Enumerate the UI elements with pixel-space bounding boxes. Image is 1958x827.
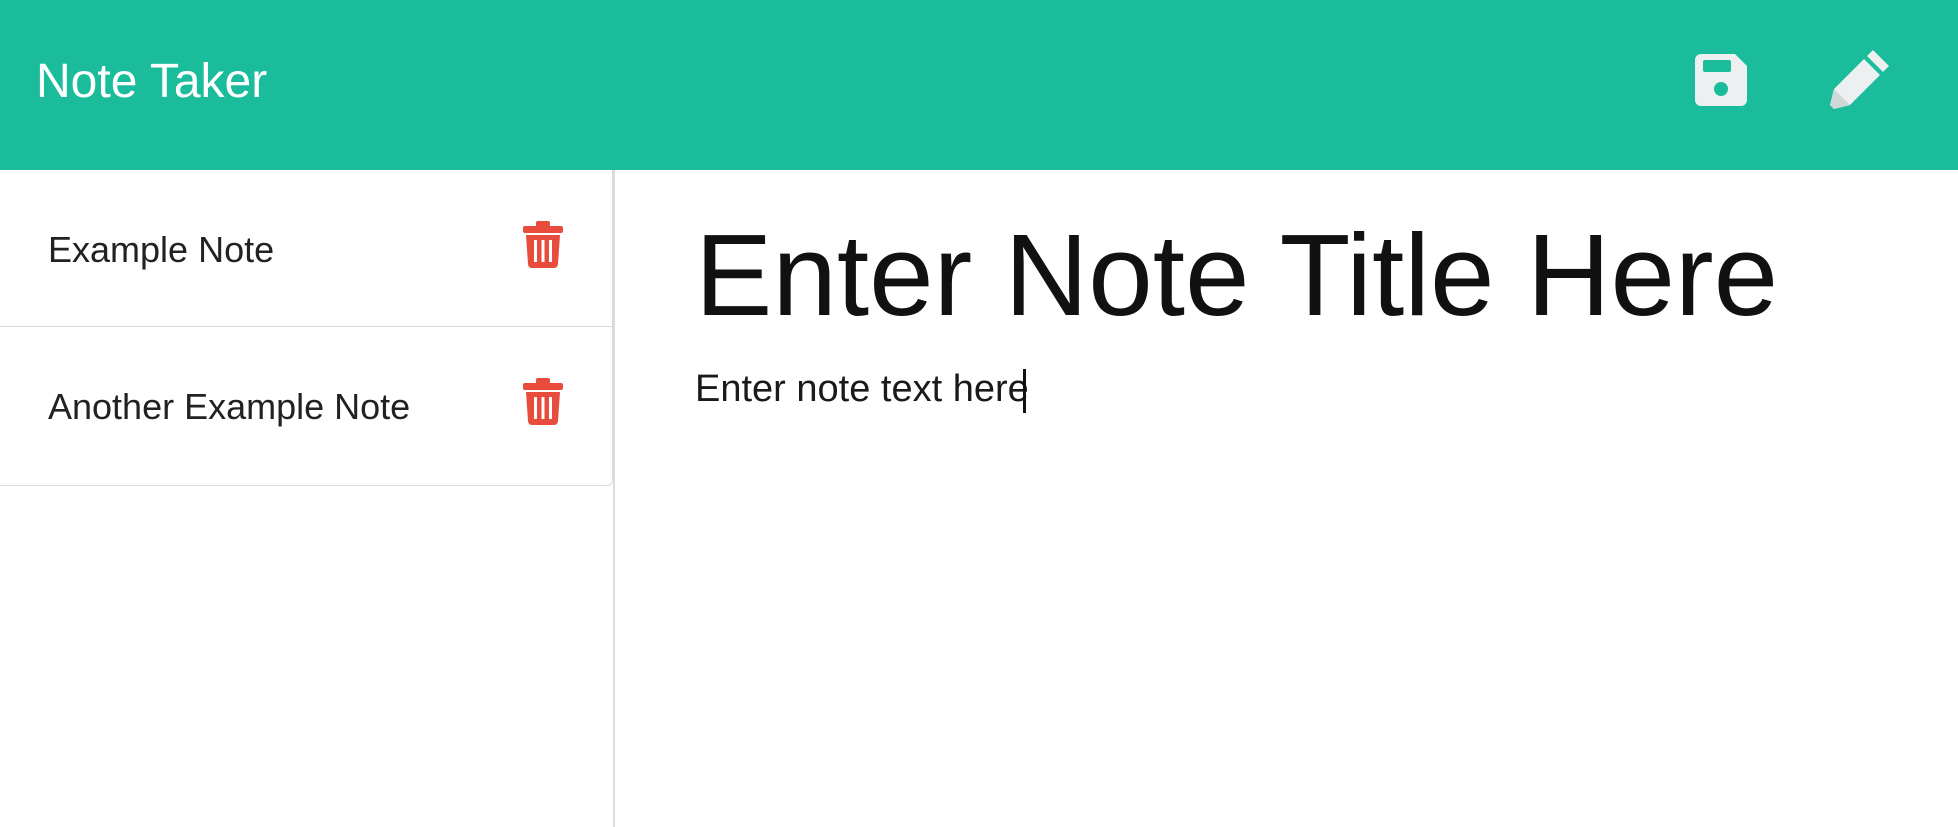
list-item[interactable]: Another Example Note [0,327,612,485]
navbar: Note Taker [0,0,1958,170]
save-icon [1695,54,1747,106]
delete-note-button[interactable] [522,377,564,425]
note-title: Example Note [48,229,275,270]
note-title: Another Example Note [48,386,411,427]
text-cursor [1023,369,1026,413]
delete-note-button[interactable] [522,220,564,268]
note-list: Example Note Another Example Note [0,170,613,486]
trash-icon [523,378,563,425]
app-title-link[interactable]: Note Taker [36,52,267,112]
list-item[interactable]: Example Note [0,170,612,327]
save-note-button[interactable] [1691,52,1751,108]
note-text-input[interactable] [695,366,1915,786]
new-note-button[interactable] [1828,44,1894,112]
note-editor [615,170,1958,827]
pencil-icon [1830,50,1889,109]
note-title-input[interactable] [695,210,1935,340]
trash-icon [523,221,563,268]
note-sidebar: Example Note Another Example Note [0,170,615,827]
